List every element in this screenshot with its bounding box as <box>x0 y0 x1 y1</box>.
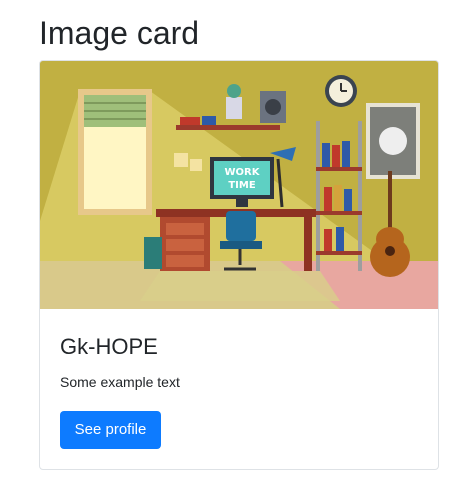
see-profile-button[interactable]: See profile <box>60 411 161 449</box>
card-body: Gk-HOPE Some example text See profile <box>60 309 418 469</box>
card-image: WORK TIME <box>40 61 438 309</box>
image-card: WORK TIME Gk-HOPE Some example text See … <box>39 60 439 470</box>
page-title: Image card <box>39 15 200 51</box>
card-text: Some example text <box>60 374 180 390</box>
monitor-line-1: WORK <box>225 167 261 178</box>
card-title: Gk-HOPE <box>60 334 158 359</box>
monitor-line-2: TIME <box>228 180 255 191</box>
